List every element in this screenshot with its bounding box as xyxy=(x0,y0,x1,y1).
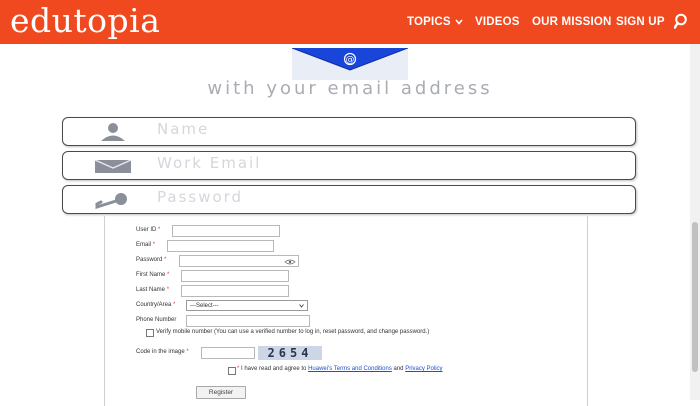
user-icon xyxy=(101,123,125,141)
password-placeholder: Password xyxy=(157,188,244,206)
user-id-input[interactable] xyxy=(172,225,280,237)
terms-link[interactable]: Huawei's Terms and Conditions xyxy=(308,366,392,372)
country-label: Country/Area * xyxy=(136,302,175,308)
verify-mobile-text: Verify mobile number (You can use a veri… xyxy=(156,329,430,335)
required-mark: * xyxy=(164,257,167,263)
nav-sign-up[interactable]: SIGN UP xyxy=(616,0,665,44)
nav-our-mission[interactable]: OUR MISSION xyxy=(532,0,612,44)
phone-input[interactable] xyxy=(186,315,310,327)
last-name-label-text: Last Name xyxy=(136,287,166,293)
nav-topics[interactable]: TOPICS xyxy=(407,0,463,44)
name-placeholder: Name xyxy=(157,120,210,138)
first-name-input[interactable] xyxy=(181,270,289,282)
mail-icon xyxy=(94,159,132,173)
phone-label: Phone Number xyxy=(136,317,177,323)
agree-prefix: I have read and agree to xyxy=(241,366,307,372)
verify-mobile-checkbox[interactable] xyxy=(146,329,154,337)
key-icon xyxy=(95,193,127,210)
password-input[interactable] xyxy=(179,255,299,267)
last-name-input[interactable] xyxy=(181,285,289,297)
country-select[interactable]: ---Select--- xyxy=(186,300,308,311)
captcha-input[interactable] xyxy=(201,347,255,359)
name-field[interactable]: Name xyxy=(62,117,636,146)
required-mark: * xyxy=(167,272,170,278)
password-label-text: Password xyxy=(136,257,163,263)
email-label-text: Email xyxy=(136,242,152,248)
chevron-down-icon xyxy=(455,19,463,25)
required-mark: * xyxy=(237,366,240,372)
password-field[interactable]: Password xyxy=(62,185,636,214)
agree-terms-checkbox[interactable] xyxy=(228,367,236,375)
captcha-image[interactable]: 2654 xyxy=(258,346,322,360)
chevron-down-icon xyxy=(299,304,304,308)
register-button[interactable]: Register xyxy=(196,386,246,399)
work-email-placeholder: Work Email xyxy=(157,154,262,172)
registration-form: User ID * Email * Password * First Name … xyxy=(104,216,588,406)
nav-videos[interactable]: VIDEOS xyxy=(475,0,520,44)
page-content: @ with your email address Name Work Emai… xyxy=(0,44,700,406)
email-label: Email * xyxy=(136,242,155,248)
required-mark: * xyxy=(158,227,161,233)
required-mark: * xyxy=(152,242,156,248)
top-navigation-bar: edutopia TOPICS VIDEOS OUR MISSION SIGN … xyxy=(0,0,700,44)
captcha-label: Code in the image * xyxy=(136,349,189,355)
envelope-at-icon: @ xyxy=(292,48,408,80)
svg-text:@: @ xyxy=(346,55,355,65)
password-label: Password * xyxy=(136,257,166,263)
captcha-label-text: Code in the image xyxy=(136,349,185,355)
tagline: with your email address xyxy=(207,78,493,99)
scrollbar-thumb[interactable] xyxy=(692,222,698,372)
user-id-label-text: User ID xyxy=(136,227,157,233)
country-select-value: ---Select--- xyxy=(190,303,219,309)
required-mark: * xyxy=(186,349,189,355)
nav-topics-label: TOPICS xyxy=(407,16,451,28)
required-mark: * xyxy=(173,302,176,308)
agree-and: and xyxy=(393,366,404,372)
required-mark: * xyxy=(166,287,170,293)
agree-terms-text: * I have read and agree to Huawei's Term… xyxy=(237,366,443,372)
country-label-text: Country/Area xyxy=(136,302,172,308)
email-input[interactable] xyxy=(167,240,274,252)
eye-icon[interactable] xyxy=(284,259,296,265)
user-id-label: User ID * xyxy=(136,227,160,233)
first-name-label-text: First Name xyxy=(136,272,166,278)
work-email-field[interactable]: Work Email xyxy=(62,151,636,180)
edutopia-logo[interactable]: edutopia xyxy=(10,1,160,41)
last-name-label: Last Name * xyxy=(136,287,169,293)
privacy-link[interactable]: Privacy Policy xyxy=(405,366,442,372)
search-icon[interactable] xyxy=(674,13,690,29)
first-name-label: First Name * xyxy=(136,272,169,278)
